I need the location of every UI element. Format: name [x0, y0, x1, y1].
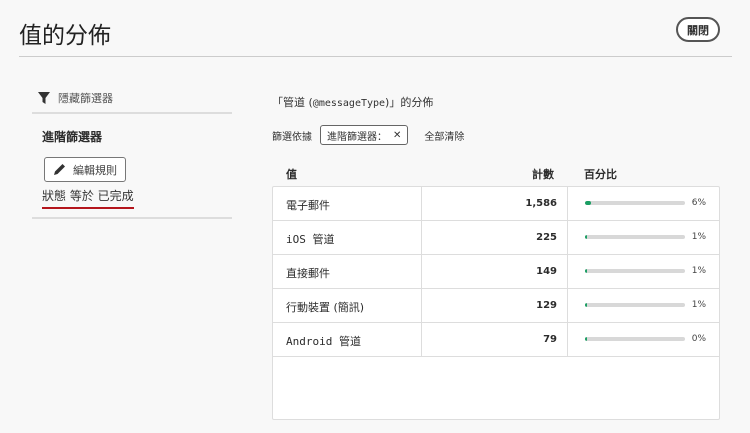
filter-bar: 篩選依據 進階篩選器： ✕ 全部清除 [272, 125, 464, 145]
filter-by-label: 篩選依據 [272, 131, 312, 143]
column-value[interactable]: 值 [286, 166, 297, 182]
row-value: 電子郵件 [273, 187, 422, 220]
percent-bar-fill [585, 269, 587, 273]
row-percent: 6% [691, 198, 706, 208]
percent-bar-fill [585, 201, 591, 205]
percent-bar [585, 303, 685, 307]
hide-filters-label: 隱藏篩選器 [58, 92, 113, 105]
table-row: 直接郵件 149 1% [273, 255, 719, 289]
table-header: 值 計數 百分比 [272, 164, 720, 186]
row-count: 79 [422, 323, 568, 356]
percent-bar-fill [585, 235, 587, 239]
table-row: 行動裝置 (簡訊) 129 1% [273, 289, 719, 323]
table-row: 電子郵件 1,586 6% [273, 187, 719, 221]
subtitle-suffix: )」的分佈 [385, 96, 434, 109]
row-value: 直接郵件 [273, 255, 422, 288]
percent-bar [585, 235, 685, 239]
filter-tag[interactable]: 進階篩選器： ✕ [320, 125, 409, 145]
row-value: Android 管道 [273, 323, 422, 356]
divider [19, 56, 732, 57]
page-title: 值的分佈 [19, 23, 111, 49]
percent-bar [585, 201, 685, 205]
column-count[interactable]: 計數 [532, 166, 554, 182]
row-count: 225 [422, 221, 568, 254]
filter-tag-label: 進階篩選器： [327, 131, 387, 143]
close-button[interactable]: 關閉 [676, 17, 720, 42]
row-percent: 1% [691, 266, 706, 276]
filter-sidebar: 隱藏篩選器 進階篩選器 編輯規則 狀態 等於 已完成 [32, 84, 232, 219]
column-percent[interactable]: 百分比 [584, 166, 617, 182]
percent-bar [585, 337, 685, 341]
distribution-table: 電子郵件 1,586 6% iOS 管道 225 1% 直接郵件 149 1% 行動裝… [272, 186, 720, 420]
row-count: 1,586 [422, 187, 568, 220]
percent-bar [585, 269, 685, 273]
close-icon[interactable]: ✕ [393, 130, 401, 141]
percent-bar-fill [585, 337, 587, 341]
subtitle-field: @messageType [312, 98, 386, 109]
row-count: 149 [422, 255, 568, 288]
clear-all-button[interactable]: 全部清除 [424, 128, 464, 143]
row-value: iOS 管道 [273, 221, 422, 254]
edit-rules-label: 編輯規則 [73, 163, 117, 177]
filter-condition: 狀態 等於 已完成 [42, 187, 134, 209]
row-percent: 1% [691, 232, 706, 242]
row-count: 129 [422, 289, 568, 322]
percent-bar-fill [585, 303, 587, 307]
subtitle-prefix: 「管道 ( [272, 96, 313, 109]
divider [32, 112, 232, 114]
row-percent: 0% [691, 334, 706, 344]
row-value: 行動裝置 (簡訊) [273, 289, 422, 322]
divider [32, 217, 232, 219]
table-row: iOS 管道 225 1% [273, 221, 719, 255]
distribution-subtitle: 「管道 (@messageType)」的分佈 [272, 94, 433, 110]
filter-icon [38, 92, 50, 104]
pencil-icon [54, 164, 65, 175]
advanced-filter-title: 進階篩選器 [42, 130, 103, 144]
hide-filters-button[interactable]: 隱藏篩選器 [32, 84, 232, 112]
table-row: Android 管道 79 0% [273, 323, 719, 357]
row-percent: 1% [691, 300, 706, 310]
edit-rules-button[interactable]: 編輯規則 [44, 157, 126, 182]
